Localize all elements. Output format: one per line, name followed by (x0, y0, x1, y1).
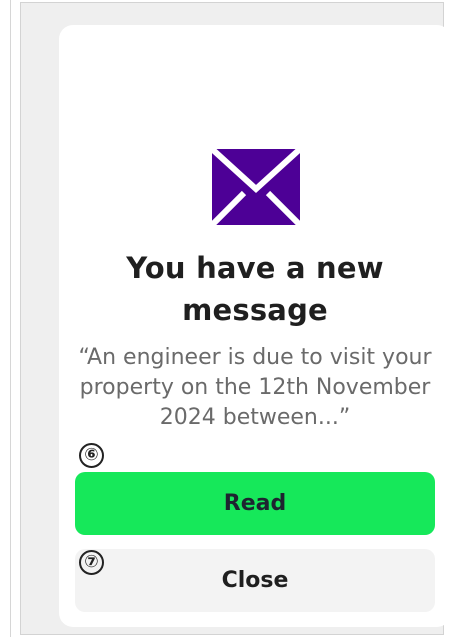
mail-icon (208, 145, 304, 229)
screen: You have a new message “An engineer is d… (0, 0, 450, 637)
left-side-panel (0, 0, 11, 637)
message-preview: “An engineer is due to visit your proper… (78, 345, 432, 430)
device-frame: You have a new message “An engineer is d… (20, 2, 450, 635)
close-button[interactable]: Close (75, 549, 435, 612)
annotation-badge-7: ⑦ (79, 550, 104, 575)
annotation-badge-6: ⑥ (79, 443, 104, 468)
dialog-title: You have a new message (126, 251, 384, 327)
read-button[interactable]: Read (75, 472, 435, 535)
new-message-dialog: You have a new message “An engineer is d… (59, 25, 450, 627)
